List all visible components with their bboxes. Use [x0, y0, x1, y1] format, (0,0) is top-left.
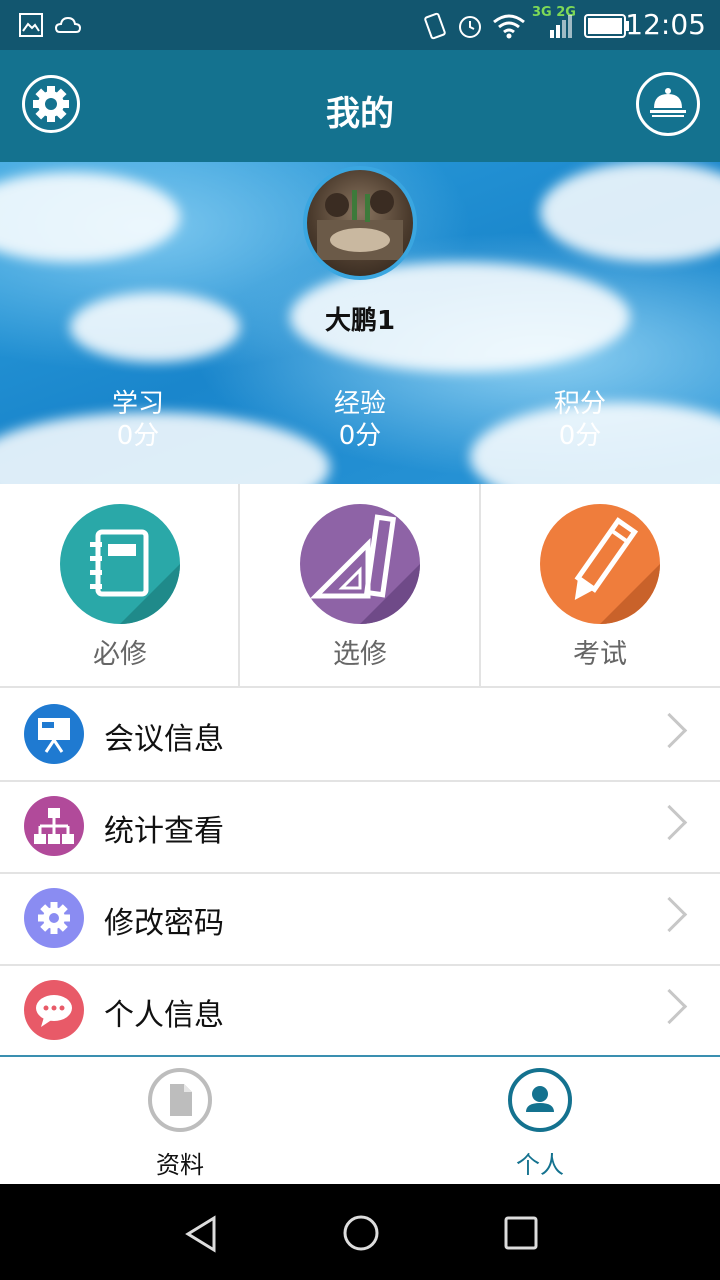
status-bar: 3G 2G 12:05 [0, 0, 720, 50]
stat-study: 学习 0分 [58, 388, 218, 452]
bell-icon [650, 88, 686, 117]
ruler-triangle-icon [300, 504, 420, 624]
feature-label: 选修 [333, 639, 387, 670]
chevron-right-icon [651, 712, 688, 749]
cloud-decoration [540, 162, 720, 262]
bottom-tab-bar: 资料 个人 [0, 1055, 720, 1186]
menu-personal-info[interactable]: 个人信息 [0, 964, 720, 1058]
chevron-right-icon [651, 988, 688, 1025]
stat-points: 积分 0分 [500, 388, 660, 452]
home-icon[interactable] [338, 1210, 384, 1256]
vibrate-icon [424, 12, 446, 40]
user-name: 大鹏1 [324, 306, 396, 336]
stat-value: 0分 [338, 421, 382, 451]
stat-label: 学习 [111, 389, 164, 419]
menu-label: 个人信息 [104, 998, 224, 1033]
person-icon [508, 1068, 572, 1132]
stat-value: 0分 [116, 421, 160, 451]
notification-button[interactable] [636, 72, 700, 136]
recents-icon[interactable] [500, 1212, 544, 1256]
cloud-decoration [0, 172, 180, 262]
battery-icon [584, 14, 629, 38]
chevron-right-icon [651, 896, 688, 933]
feature-grid: 必修 选修 考试 [0, 484, 720, 688]
menu-label: 修改密码 [104, 906, 224, 941]
menu-meeting-info[interactable]: 会议信息 [0, 688, 720, 782]
chat-bubble-icon [24, 980, 84, 1040]
pencil-icon [540, 504, 660, 624]
feature-exam[interactable]: 考试 [480, 484, 720, 686]
app-header: 我的 [0, 50, 720, 162]
menu-change-password[interactable]: 修改密码 [0, 872, 720, 966]
stat-label: 经验 [333, 389, 386, 419]
alarm-icon [459, 16, 481, 38]
presentation-icon [24, 704, 84, 764]
tab-label: 资料 [156, 1151, 204, 1179]
tab-label: 个人 [516, 1151, 564, 1179]
notebook-icon [60, 504, 180, 624]
menu-label: 统计查看 [104, 814, 224, 849]
tab-materials[interactable]: 资料 [0, 1057, 360, 1184]
feature-label: 考试 [573, 639, 627, 670]
cloud-icon [54, 16, 82, 33]
document-icon [148, 1068, 212, 1132]
menu-label: 会议信息 [104, 722, 224, 757]
feature-required-course[interactable]: 必修 [0, 484, 240, 686]
system-nav-bar [0, 1184, 720, 1280]
wifi-icon [493, 14, 525, 39]
feature-elective-course[interactable]: 选修 [240, 484, 480, 686]
feature-label: 必修 [93, 639, 147, 670]
menu-statistics[interactable]: 统计查看 [0, 780, 720, 874]
stat-label: 积分 [553, 389, 606, 419]
tab-personal[interactable]: 个人 [360, 1057, 720, 1184]
stat-value: 0分 [558, 421, 602, 451]
stat-experience: 经验 0分 [280, 388, 440, 452]
page-title: 我的 [326, 94, 394, 134]
avatar[interactable] [303, 166, 417, 280]
gear-icon [24, 888, 84, 948]
org-chart-icon [24, 796, 84, 856]
signal-icon [550, 15, 572, 38]
clock: 12:05 [625, 8, 706, 41]
chevron-right-icon [651, 804, 688, 841]
back-icon[interactable] [180, 1212, 224, 1256]
image-icon [19, 13, 43, 37]
avatar-photo [317, 190, 403, 260]
